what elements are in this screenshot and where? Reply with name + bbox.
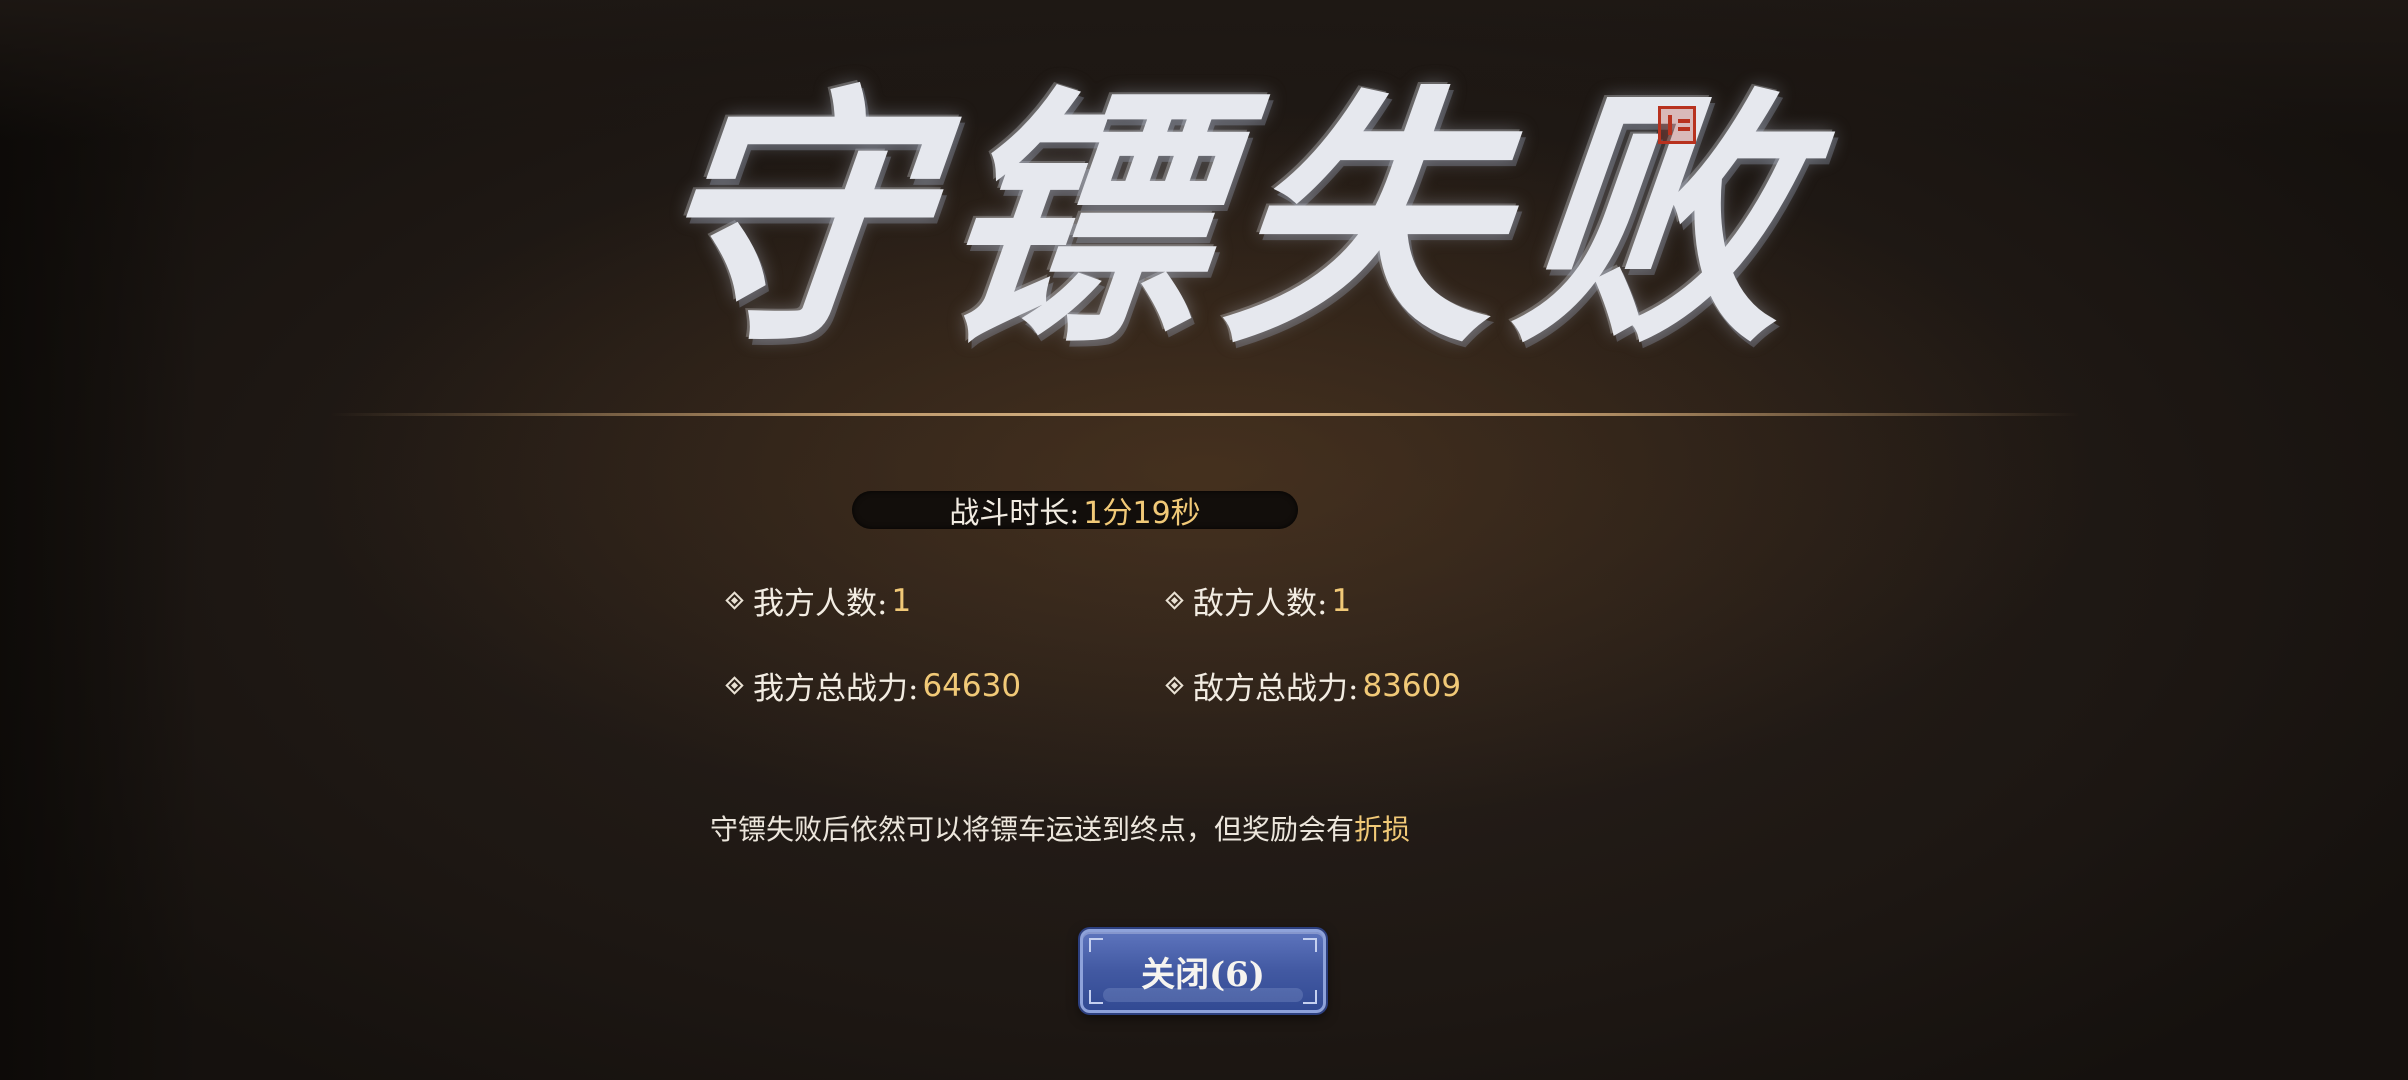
ally-count-stat: 我方人数: 1 — [725, 578, 912, 623]
enemy-power-stat: 敌方总战力: 83609 — [1165, 663, 1462, 708]
enemy-count-stat: 敌方人数: 1 — [1165, 578, 1352, 623]
failure-notice: 守镖失败后依然可以将镖车运送到终点，但奖励会有折损 — [710, 808, 1410, 848]
ally-count-label: 我方人数: — [753, 586, 888, 622]
result-title: 守镖失败 — [633, 20, 1826, 420]
ally-power-stat: 我方总战力: 64630 — [725, 663, 1022, 708]
ally-power-value: 64630 — [922, 667, 1022, 704]
battle-result-screen: 守镖失败 战斗时长: 1分19秒 我方人数: 1 敌方人数: 1 我方总战力: … — [0, 0, 2408, 1080]
enemy-count-value: 1 — [1331, 582, 1352, 619]
corner-ornament — [1303, 990, 1317, 1004]
ally-count-value: 1 — [891, 582, 912, 619]
result-title-text: 守镖失败 — [633, 61, 1827, 379]
battle-duration: 战斗时长: 1分19秒 — [852, 491, 1298, 531]
enemy-power-value: 83609 — [1362, 667, 1462, 704]
left-shade — [0, 0, 200, 1080]
title-divider — [330, 413, 2080, 416]
ally-power-label: 我方总战力: — [753, 671, 919, 707]
battle-duration-value: 1分19秒 — [1083, 496, 1201, 531]
corner-ornament — [1303, 938, 1317, 952]
diamond-bullet-icon — [1165, 676, 1184, 695]
enemy-count-label: 敌方人数: — [1193, 586, 1328, 622]
diamond-bullet-icon — [725, 591, 744, 610]
close-button[interactable]: 关闭(6) — [1080, 929, 1326, 1013]
corner-ornament — [1089, 938, 1103, 952]
close-button-label: 关闭(6) — [1141, 954, 1265, 995]
failure-notice-text: 守镖失败后依然可以将镖车运送到终点，但奖励会有 — [710, 813, 1355, 846]
corner-ornament — [1089, 990, 1103, 1004]
diamond-bullet-icon — [725, 676, 744, 695]
battle-duration-label: 战斗时长: — [949, 496, 1080, 531]
red-seal-stamp — [1658, 106, 1696, 144]
failure-notice-highlight: 折损 — [1354, 813, 1411, 846]
enemy-power-label: 敌方总战力: — [1193, 671, 1359, 707]
diamond-bullet-icon — [1165, 591, 1184, 610]
